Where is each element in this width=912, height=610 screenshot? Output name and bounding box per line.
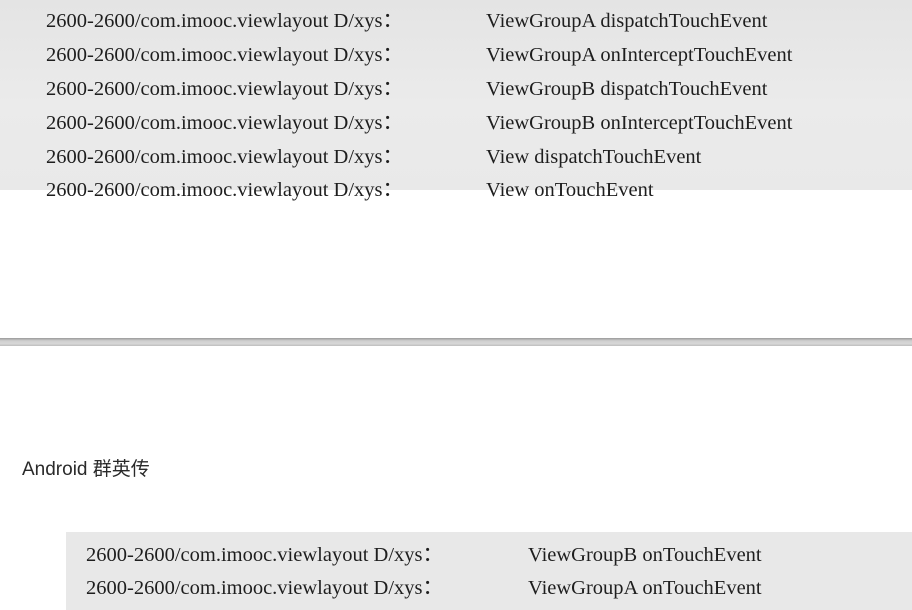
- log-tag: 2600-2600/com.imooc.viewlayout D/xys：: [86, 577, 443, 599]
- page-divider: [0, 338, 912, 346]
- log-message: View onTouchEvent: [486, 179, 654, 201]
- log-message: ViewGroupB onInterceptTouchEvent: [486, 112, 793, 134]
- log-tag: 2600-2600/com.imooc.viewlayout D/xys：: [46, 112, 403, 134]
- log-message: ViewGroupB onTouchEvent: [528, 544, 762, 566]
- log-message: ViewGroupA onTouchEvent: [528, 577, 762, 599]
- log-tag: 2600-2600/com.imooc.viewlayout D/xys：: [46, 44, 403, 66]
- running-header: Android 群英传: [22, 459, 150, 480]
- log-line: 2600-2600/com.imooc.viewlayout D/xys： Vi…: [46, 77, 767, 101]
- log-message: ViewGroupA dispatchTouchEvent: [486, 10, 768, 32]
- log-line: 2600-2600/com.imooc.viewlayout D/xys： Vi…: [46, 9, 767, 33]
- log-message: ViewGroupB dispatchTouchEvent: [486, 78, 768, 100]
- log-line: 2600-2600/com.imooc.viewlayout D/xys： Vi…: [46, 111, 792, 135]
- log-line: 2600-2600/com.imooc.viewlayout D/xys： Vi…: [86, 576, 762, 600]
- log-message: View dispatchTouchEvent: [486, 146, 702, 168]
- document-page: { "top_log": { "lines": [ {"tag": "2600-…: [0, 0, 912, 610]
- log-tag: 2600-2600/com.imooc.viewlayout D/xys：: [46, 10, 403, 32]
- log-message: ViewGroupA onInterceptTouchEvent: [486, 44, 793, 66]
- log-line: 2600-2600/com.imooc.viewlayout D/xys： Vi…: [86, 543, 762, 567]
- log-tag: 2600-2600/com.imooc.viewlayout D/xys：: [46, 146, 403, 168]
- log-line: 2600-2600/com.imooc.viewlayout D/xys： Vi…: [46, 43, 792, 67]
- log-output-block-bottom: 2600-2600/com.imooc.viewlayout D/xys： Vi…: [66, 532, 912, 610]
- log-tag: 2600-2600/com.imooc.viewlayout D/xys：: [86, 544, 443, 566]
- log-line: 2600-2600/com.imooc.viewlayout D/xys： Vi…: [46, 178, 654, 202]
- log-line: 2600-2600/com.imooc.viewlayout D/xys： Vi…: [46, 145, 701, 169]
- log-output-block-top: 2600-2600/com.imooc.viewlayout D/xys： Vi…: [0, 0, 912, 201]
- log-tag: 2600-2600/com.imooc.viewlayout D/xys：: [46, 179, 403, 201]
- log-tag: 2600-2600/com.imooc.viewlayout D/xys：: [46, 78, 403, 100]
